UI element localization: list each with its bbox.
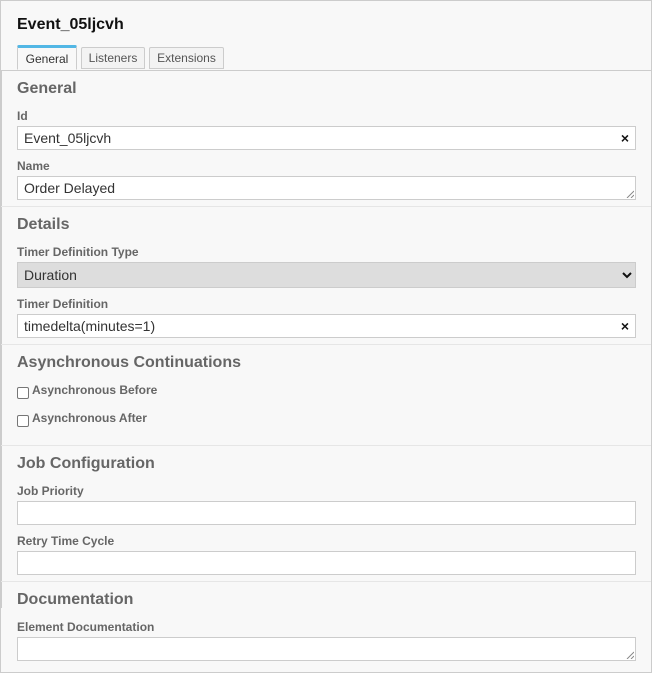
tab-listeners[interactable]: Listeners	[81, 47, 145, 69]
group-title-details: Details	[17, 216, 70, 233]
tab-general[interactable]: General	[17, 45, 77, 70]
chevron-down-icon	[622, 272, 632, 279]
job-priority-label: Job Priority	[17, 484, 84, 498]
timer-def-field[interactable]: timedelta(minutes=1) ×	[17, 314, 636, 338]
element-title: Event_05ljcvh	[17, 16, 124, 33]
async-before-checkbox[interactable]	[17, 387, 29, 399]
group-title-async: Asynchronous Continuations	[17, 354, 241, 371]
async-after-checkbox[interactable]	[17, 415, 29, 427]
timer-type-select[interactable]: Duration	[17, 262, 636, 288]
retry-cycle-label: Retry Time Cycle	[17, 534, 115, 548]
tab-extensions[interactable]: Extensions	[149, 47, 224, 69]
id-field-value: Event_05ljcvh	[24, 130, 112, 146]
async-after-row: Asynchronous After	[17, 411, 147, 427]
resize-handle-icon[interactable]	[626, 651, 634, 659]
group-async: Asynchronous Continuations Asynchronous …	[1, 345, 651, 446]
group-documentation: Documentation Element Documentation	[1, 582, 651, 672]
clear-icon[interactable]: ×	[621, 127, 629, 149]
clear-icon[interactable]: ×	[621, 315, 629, 337]
group-title-general: General	[17, 80, 77, 97]
id-field[interactable]: Event_05ljcvh ×	[17, 126, 636, 150]
name-field-value: Order Delayed	[24, 180, 116, 196]
properties-panel: Event_05ljcvh General Listeners Extensio…	[0, 0, 652, 673]
group-job: Job Configuration Job Priority Retry Tim…	[1, 446, 651, 582]
group-title-job: Job Configuration	[17, 455, 155, 472]
timer-def-value: timedelta(minutes=1)	[24, 318, 156, 334]
element-doc-label: Element Documentation	[17, 620, 155, 634]
name-label: Name	[17, 159, 50, 173]
group-details: Details Timer Definition Type Duration T…	[1, 207, 651, 345]
timer-type-value: Duration	[24, 267, 77, 283]
async-before-label[interactable]: Asynchronous Before	[32, 383, 157, 397]
job-priority-field[interactable]	[17, 501, 636, 525]
resize-handle-icon[interactable]	[626, 190, 634, 198]
name-field[interactable]: Order Delayed	[17, 176, 636, 200]
group-general: General Id Event_05ljcvh × Name Order De…	[1, 71, 651, 207]
element-doc-field[interactable]	[17, 637, 636, 661]
panel-header: Event_05ljcvh General Listeners Extensio…	[1, 1, 651, 71]
retry-cycle-field[interactable]	[17, 551, 636, 575]
group-title-documentation: Documentation	[17, 591, 134, 608]
timer-type-label: Timer Definition Type	[17, 245, 139, 259]
async-before-row: Asynchronous Before	[17, 383, 157, 399]
timer-def-label: Timer Definition	[17, 297, 109, 311]
async-after-label[interactable]: Asynchronous After	[32, 411, 147, 425]
id-label: Id	[17, 109, 28, 123]
